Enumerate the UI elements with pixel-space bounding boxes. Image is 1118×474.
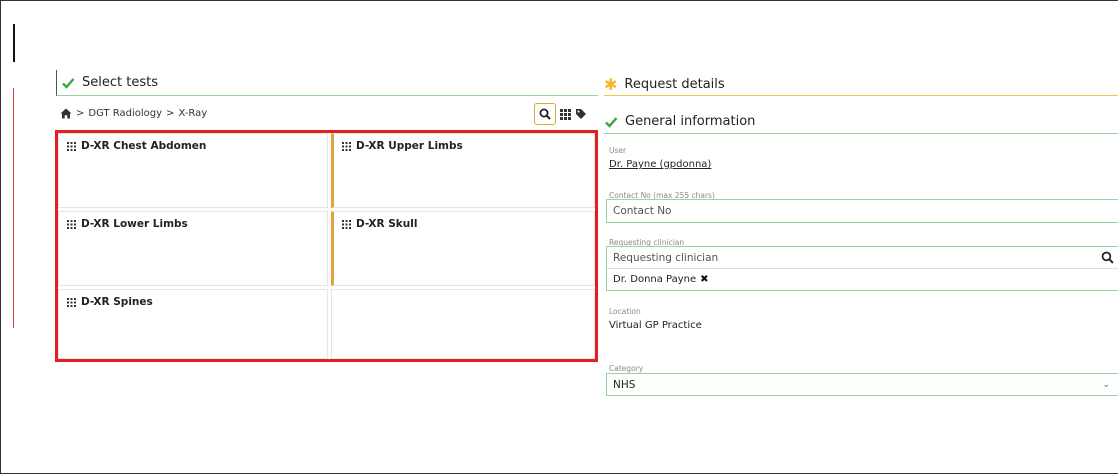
check-icon — [605, 116, 618, 128]
selected-clinician-chip: Dr. Donna Payne ✖ — [607, 269, 1118, 290]
grid-view-icon[interactable] — [560, 108, 571, 120]
search-icon — [539, 108, 551, 120]
requesting-clinician-placeholder: Requesting clinician — [613, 251, 719, 264]
breadcrumb-item-radiology[interactable]: DGT Radiology — [88, 108, 162, 119]
user-label: User — [609, 146, 627, 155]
grid-icon — [342, 142, 351, 151]
view-tools — [534, 103, 587, 125]
tag-icon[interactable] — [575, 108, 587, 120]
category-select[interactable]: NHS ⌄ — [606, 373, 1118, 396]
requesting-clinician-field: Requesting clinician Dr. Donna Payne ✖ — [606, 246, 1118, 291]
test-tile-skull[interactable]: D-XR Skull — [331, 211, 595, 286]
red-margin-line — [13, 88, 14, 328]
empty-tile — [331, 289, 595, 359]
request-details-header[interactable]: ✱ Request details — [604, 74, 1118, 96]
breadcrumb-separator: > — [76, 108, 85, 119]
location-label: Location — [609, 307, 641, 316]
general-information-header[interactable]: General information — [604, 110, 1118, 134]
remove-icon[interactable]: ✖ — [700, 274, 708, 285]
test-tile-spines[interactable]: D-XR Spines — [58, 289, 328, 359]
test-label: D-XR Skull — [356, 218, 418, 230]
search-icon[interactable] — [1101, 251, 1114, 264]
test-tile-upper-limbs[interactable]: D-XR Upper Limbs — [331, 133, 595, 208]
check-icon — [62, 77, 75, 89]
contact-no-input[interactable]: Contact No — [606, 199, 1118, 223]
breadcrumb-separator: > — [166, 108, 175, 119]
test-tile-chest-abdomen[interactable]: D-XR Chest Abdomen — [58, 133, 328, 208]
breadcrumb-item-xray[interactable]: X-Ray — [178, 108, 207, 119]
test-label: D-XR Lower Limbs — [81, 218, 188, 230]
grid-icon — [67, 142, 76, 151]
category-label: Category — [609, 364, 644, 373]
request-details-title: Request details — [624, 77, 725, 92]
location-value: Virtual GP Practice — [609, 320, 702, 331]
grid-icon — [67, 298, 76, 307]
general-information-title: General information — [625, 114, 756, 129]
requesting-clinician-input[interactable]: Requesting clinician — [607, 247, 1118, 269]
star-icon: ✱ — [604, 74, 618, 94]
test-label: D-XR Chest Abdomen — [81, 140, 207, 152]
search-button[interactable] — [534, 103, 556, 125]
grid-icon — [342, 220, 351, 229]
test-tile-lower-limbs[interactable]: D-XR Lower Limbs — [58, 211, 328, 286]
grid-icon — [67, 220, 76, 229]
select-tests-header[interactable]: Select tests — [56, 70, 598, 96]
text-cursor — [13, 24, 15, 62]
test-label: D-XR Upper Limbs — [356, 140, 463, 152]
selected-clinician-name: Dr. Donna Payne — [613, 274, 697, 285]
category-value: NHS — [613, 378, 636, 391]
user-link[interactable]: Dr. Payne (gpdonna) — [609, 159, 711, 170]
breadcrumb: > DGT Radiology > X-Ray — [60, 108, 207, 119]
chevron-down-icon: ⌄ — [1102, 379, 1110, 390]
home-icon[interactable] — [60, 108, 72, 119]
test-label: D-XR Spines — [81, 296, 153, 308]
select-tests-title: Select tests — [82, 75, 158, 90]
tests-selection-box: D-XR Chest Abdomen D-XR Upper Limbs D-XR… — [55, 130, 598, 362]
